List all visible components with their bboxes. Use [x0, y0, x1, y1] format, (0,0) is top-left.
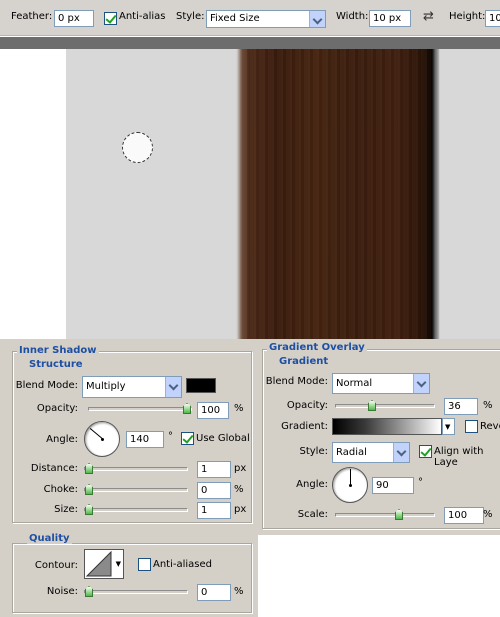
gradient-dropdown[interactable]: ▼: [442, 418, 455, 435]
scale-unit: %: [483, 509, 493, 520]
chevron-down-icon[interactable]: ▼: [116, 560, 121, 568]
distance-slider[interactable]: [84, 463, 188, 474]
antialias-label: Anti-alias: [119, 11, 166, 22]
elliptical-marquee-selection: [122, 132, 153, 163]
noise-label: Noise:: [46, 586, 78, 597]
quality-group: [12, 543, 252, 613]
noise-input[interactable]: 0: [197, 584, 231, 601]
gradient-preview[interactable]: [332, 418, 442, 435]
style-select[interactable]: Fixed Size: [206, 10, 326, 28]
scale-slider[interactable]: [335, 509, 435, 520]
go-angle-needle: [350, 469, 351, 485]
distance-unit: px: [234, 463, 247, 474]
antialias-checkbox[interactable]: [104, 12, 117, 25]
is-blend-mode-label: Blend Mode:: [15, 380, 78, 391]
gradient-title: Gradient: [277, 356, 331, 367]
is-blend-mode-select[interactable]: Multiply: [82, 376, 182, 398]
is-opacity-label: Opacity:: [36, 403, 78, 414]
size-unit: px: [234, 504, 247, 515]
go-opacity-slider[interactable]: [335, 400, 435, 411]
workspace-background: [0, 49, 66, 339]
options-bar: Feather: 0 px Anti-alias Style: Fixed Si…: [0, 0, 500, 36]
choke-label: Choke:: [43, 484, 78, 495]
gradient-overlay-title: Gradient Overlay: [267, 342, 367, 353]
is-angle-dial-center: [101, 438, 104, 441]
distance-label: Distance:: [30, 463, 78, 474]
contour-picker[interactable]: ▼: [84, 549, 124, 579]
structure-title: Structure: [27, 359, 85, 370]
antialiased-label: Anti-aliased: [153, 559, 213, 570]
align-with-layer-checkbox[interactable]: [419, 445, 432, 458]
go-opacity-label: Opacity:: [286, 400, 328, 411]
go-angle-label: Angle:: [296, 479, 328, 490]
scale-label: Scale:: [297, 509, 328, 520]
distance-input[interactable]: 1: [197, 461, 231, 478]
go-blend-mode-label: Blend Mode:: [265, 376, 328, 387]
shadow-color-swatch[interactable]: [186, 378, 216, 393]
gradient-label: Gradient:: [281, 421, 328, 432]
feather-label: Feather:: [11, 11, 53, 22]
go-angle-input[interactable]: 90: [372, 477, 414, 494]
chevron-down-icon[interactable]: [413, 374, 429, 393]
width-label: Width:: [336, 11, 369, 22]
size-label: Size:: [54, 504, 78, 515]
go-angle-unit: °: [418, 477, 423, 488]
swap-arrows-icon[interactable]: ⇄: [423, 9, 434, 24]
chevron-down-icon[interactable]: [393, 443, 409, 462]
chevron-down-icon[interactable]: ▼: [445, 419, 450, 435]
choke-slider[interactable]: [84, 484, 188, 495]
is-blend-mode-value: Multiply: [86, 381, 126, 392]
go-blend-mode-value: Normal: [336, 378, 373, 389]
style-select-value: Fixed Size: [210, 13, 260, 24]
go-opacity-input[interactable]: 36: [444, 398, 478, 415]
choke-unit: %: [234, 484, 244, 495]
inner-shadow-panel: Inner Shadow Structure Blend Mode: Multi…: [0, 339, 258, 617]
reverse-label: Reve: [480, 421, 500, 432]
go-angle-dial-center: [349, 484, 352, 487]
contour-label: Contour:: [34, 560, 78, 571]
use-global-checkbox[interactable]: [181, 432, 194, 445]
choke-input[interactable]: 0: [197, 482, 231, 499]
gradient-overlay-panel: Gradient Overlay Gradient Blend Mode: No…: [258, 339, 500, 535]
feather-input[interactable]: 0 px: [54, 10, 94, 27]
reverse-checkbox[interactable]: [465, 420, 478, 433]
chevron-down-icon[interactable]: [309, 11, 325, 27]
height-label: Height:: [449, 11, 486, 22]
is-angle-label: Angle:: [46, 434, 78, 445]
use-global-label: Use Global: [196, 433, 250, 444]
go-angle-dial[interactable]: [332, 467, 368, 503]
toolbar-divider: [0, 37, 500, 49]
is-opacity-input[interactable]: 100: [197, 402, 229, 419]
is-opacity-unit: %: [234, 403, 244, 414]
go-opacity-unit: %: [483, 400, 493, 411]
align-with-layer-label: Align with Laye: [434, 446, 484, 468]
go-style-value: Radial: [336, 447, 367, 458]
size-slider[interactable]: [84, 504, 188, 515]
noise-unit: %: [234, 586, 244, 597]
quality-title: Quality: [27, 533, 72, 544]
scale-input[interactable]: 100: [444, 507, 484, 524]
antialiased-checkbox[interactable]: [138, 558, 151, 571]
go-style-select[interactable]: Radial: [332, 442, 410, 463]
is-angle-unit: °: [168, 431, 173, 442]
go-blend-mode-select[interactable]: Normal: [332, 373, 430, 394]
go-style-label: Style:: [299, 446, 329, 457]
style-label: Style:: [176, 11, 205, 22]
is-opacity-slider[interactable]: [88, 403, 192, 414]
size-input[interactable]: 1: [197, 502, 231, 519]
is-angle-input[interactable]: 140: [126, 431, 164, 448]
contour-preview-icon: [85, 550, 112, 577]
inner-shadow-title: Inner Shadow: [17, 345, 99, 356]
wood-layer-shape: [236, 49, 440, 339]
is-angle-dial[interactable]: [84, 421, 120, 457]
chevron-down-icon[interactable]: [165, 377, 181, 397]
width-input[interactable]: 10 px: [369, 10, 411, 27]
noise-slider[interactable]: [84, 586, 188, 597]
height-input[interactable]: 10 px: [485, 10, 500, 27]
